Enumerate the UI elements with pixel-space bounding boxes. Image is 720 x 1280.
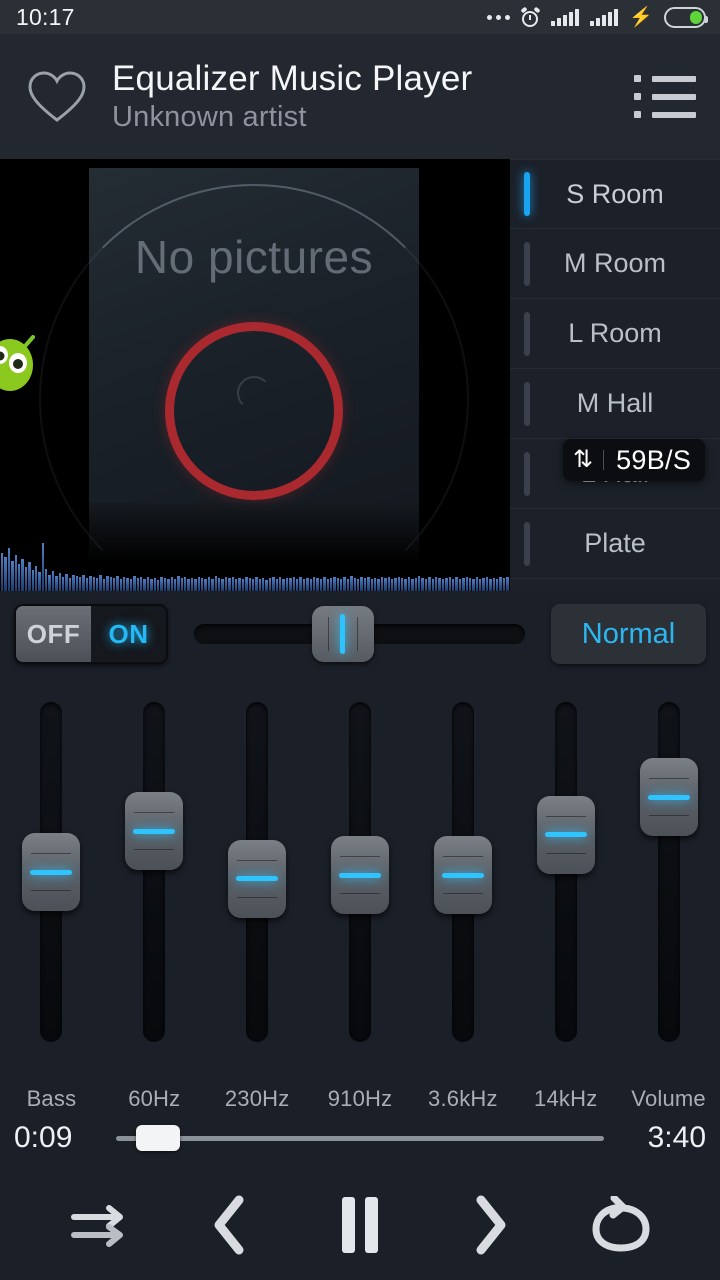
- shuffle-button[interactable]: [51, 1184, 147, 1266]
- signal-icon: [551, 8, 580, 26]
- eq-band-thumb[interactable]: [536, 795, 595, 874]
- more-dots-icon: [487, 14, 511, 20]
- vinyl-spindle: [237, 376, 271, 410]
- reverb-preset-list[interactable]: S RoomM RoomL RoomM HallL HallPlate: [510, 159, 720, 591]
- heart-icon[interactable]: [26, 68, 88, 126]
- eq-band-label: 3.6kHz: [428, 1086, 498, 1111]
- eq-band-track: [22, 702, 81, 1042]
- android-mascot-icon: [0, 321, 38, 393]
- waveform-visualizer: [0, 539, 510, 591]
- eq-band-label: Volume: [631, 1086, 706, 1111]
- preset-selection-indicator: [524, 241, 530, 286]
- alarm-icon: [520, 6, 541, 27]
- eq-band-track: [433, 702, 492, 1042]
- eq-band-label: 14kHz: [534, 1086, 598, 1111]
- eq-band-track: [536, 702, 595, 1042]
- seek-bar-thumb[interactable]: [135, 1125, 180, 1151]
- eq-band-thumb[interactable]: [22, 833, 81, 911]
- eq-band-label: Bass: [26, 1086, 77, 1111]
- reverb-preset-item[interactable]: M Room: [510, 229, 720, 299]
- eq-band-thumb[interactable]: [331, 836, 389, 915]
- reverb-preset-item[interactable]: Plate: [510, 509, 720, 579]
- preset-label: L Room: [568, 318, 662, 348]
- player-header: Equalizer Music Player Unknown artist: [0, 34, 720, 159]
- repeat-button[interactable]: [573, 1184, 669, 1266]
- charging-bolt-icon: ⚡: [629, 6, 653, 28]
- previous-button[interactable]: [182, 1184, 278, 1266]
- eq-band[interactable]: Bass: [0, 690, 103, 1111]
- eq-band[interactable]: 14kHz: [514, 690, 617, 1111]
- preset-selection-indicator: [524, 172, 530, 216]
- eq-band-track: [125, 702, 184, 1042]
- eq-band-track: [228, 702, 287, 1042]
- eq-preset-button[interactable]: Normal: [551, 604, 706, 664]
- seek-bar[interactable]: [116, 1118, 604, 1158]
- eq-band-label: 910Hz: [327, 1086, 393, 1111]
- status-bar: 10:17 ⚡: [0, 0, 720, 34]
- preset-label: M Hall: [576, 388, 654, 418]
- duration-time: 3:40: [647, 1121, 706, 1154]
- art-and-presets: No pictures S RoomM RoomL RoomM HallL Ha…: [0, 159, 720, 591]
- toggle-on-label[interactable]: ON: [91, 606, 166, 662]
- next-button[interactable]: [442, 1184, 538, 1266]
- vinyl-red-ring: [165, 322, 343, 500]
- battery-icon: [664, 6, 708, 28]
- album-art[interactable]: No pictures: [0, 159, 510, 591]
- eq-band-thumb[interactable]: [433, 836, 492, 915]
- equalizer-bands: Bass 60Hz 230Hz 910Hz 3.6kHz 14kHz Volume: [0, 690, 720, 1111]
- eq-band[interactable]: 910Hz: [309, 690, 412, 1111]
- reverb-preset-item[interactable]: L Room: [510, 299, 720, 369]
- overlay-divider: [603, 450, 605, 470]
- network-speed-value: 59B/S: [616, 444, 692, 475]
- status-time: 10:17: [16, 3, 75, 30]
- equalizer-toggle[interactable]: OFF ON: [14, 604, 168, 664]
- page-title: Equalizer Music Player: [112, 59, 473, 98]
- album-art-placeholder: No pictures: [39, 168, 469, 591]
- reverb-level-slider[interactable]: [194, 604, 525, 664]
- track-artist: Unknown artist: [112, 101, 307, 133]
- elapsed-time: 0:09: [14, 1121, 73, 1154]
- toggle-off-label[interactable]: OFF: [16, 606, 91, 662]
- reverb-slider-thumb[interactable]: [311, 606, 374, 662]
- effects-control-row: OFF ON Normal: [0, 591, 720, 677]
- preset-label: S Room: [566, 178, 664, 209]
- eq-band-thumb[interactable]: [639, 758, 698, 837]
- play-pause-button[interactable]: [312, 1184, 408, 1266]
- playback-controls: [0, 1170, 720, 1280]
- preset-label: Plate: [584, 528, 646, 558]
- eq-band[interactable]: 230Hz: [206, 690, 309, 1111]
- eq-band-label: 60Hz: [128, 1086, 181, 1111]
- no-pictures-label: No pictures: [134, 231, 374, 283]
- preset-selection-indicator: [524, 381, 530, 426]
- eq-band[interactable]: 60Hz: [103, 690, 206, 1111]
- eq-band-track: [639, 702, 698, 1042]
- music-player-screen: 10:17 ⚡ Equalizer Music Player Unknown a…: [0, 0, 720, 1280]
- data-transfer-icon: ⇅: [573, 446, 594, 473]
- playlist-icon[interactable]: [630, 67, 696, 127]
- eq-band-thumb[interactable]: [228, 839, 287, 918]
- eq-band[interactable]: Volume: [617, 690, 720, 1111]
- preset-label: M Room: [563, 248, 666, 278]
- eq-band-label: 230Hz: [224, 1086, 290, 1111]
- network-speed-overlay: ⇅ 59B/S: [563, 439, 706, 481]
- eq-band-track: [331, 702, 389, 1042]
- track-info: Equalizer Music Player Unknown artist: [112, 59, 472, 134]
- preset-selection-indicator: [524, 311, 530, 356]
- seek-bar-track: [116, 1135, 604, 1141]
- eq-band[interactable]: 3.6kHz: [411, 690, 514, 1111]
- signal-icon: [590, 8, 619, 26]
- preset-selection-indicator: [524, 451, 530, 496]
- preset-selection-indicator: [524, 521, 530, 566]
- playback-progress: 0:09 3:40: [0, 1110, 720, 1166]
- status-icons: ⚡: [487, 6, 708, 28]
- eq-band-thumb[interactable]: [125, 792, 184, 871]
- reverb-preset-item[interactable]: S Room: [510, 159, 720, 229]
- reverb-preset-item[interactable]: M Hall: [510, 369, 720, 439]
